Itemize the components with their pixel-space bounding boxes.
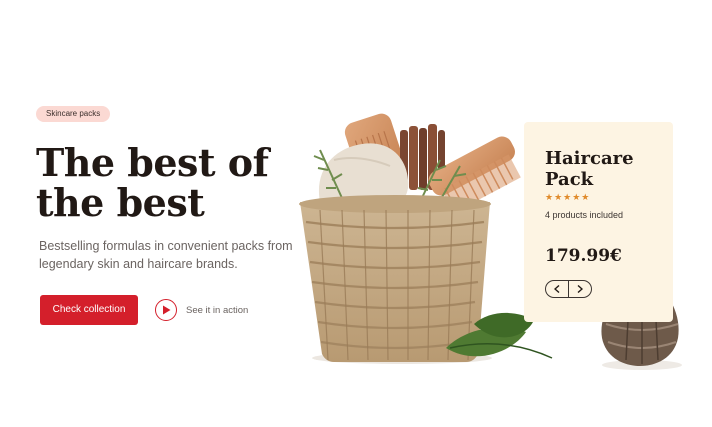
- play-icon: [162, 305, 170, 315]
- next-button[interactable]: [569, 281, 591, 297]
- previous-button[interactable]: [546, 281, 568, 297]
- chevron-right-icon: [577, 285, 583, 293]
- see-in-action-link[interactable]: See it in action: [155, 297, 248, 323]
- product-price: 179.99€: [545, 246, 622, 266]
- hero-subtitle: Bestselling formulas in convenient packs…: [39, 239, 293, 271]
- chevron-left-icon: [554, 285, 560, 293]
- product-title: Haircare Pack: [545, 148, 634, 190]
- product-card[interactable]: Haircare Pack ★★★★★ 4 products included …: [524, 122, 673, 322]
- hero-title: The best of the best: [36, 140, 269, 225]
- rating-stars: ★★★★★: [545, 192, 591, 202]
- category-badge[interactable]: Skincare packs: [36, 106, 111, 122]
- products-included-label: 4 products included: [545, 210, 624, 220]
- check-collection-button[interactable]: Check collection: [40, 295, 138, 325]
- play-button[interactable]: [155, 299, 177, 321]
- see-in-action-label: See it in action: [186, 304, 249, 316]
- carousel-pager: [545, 280, 592, 298]
